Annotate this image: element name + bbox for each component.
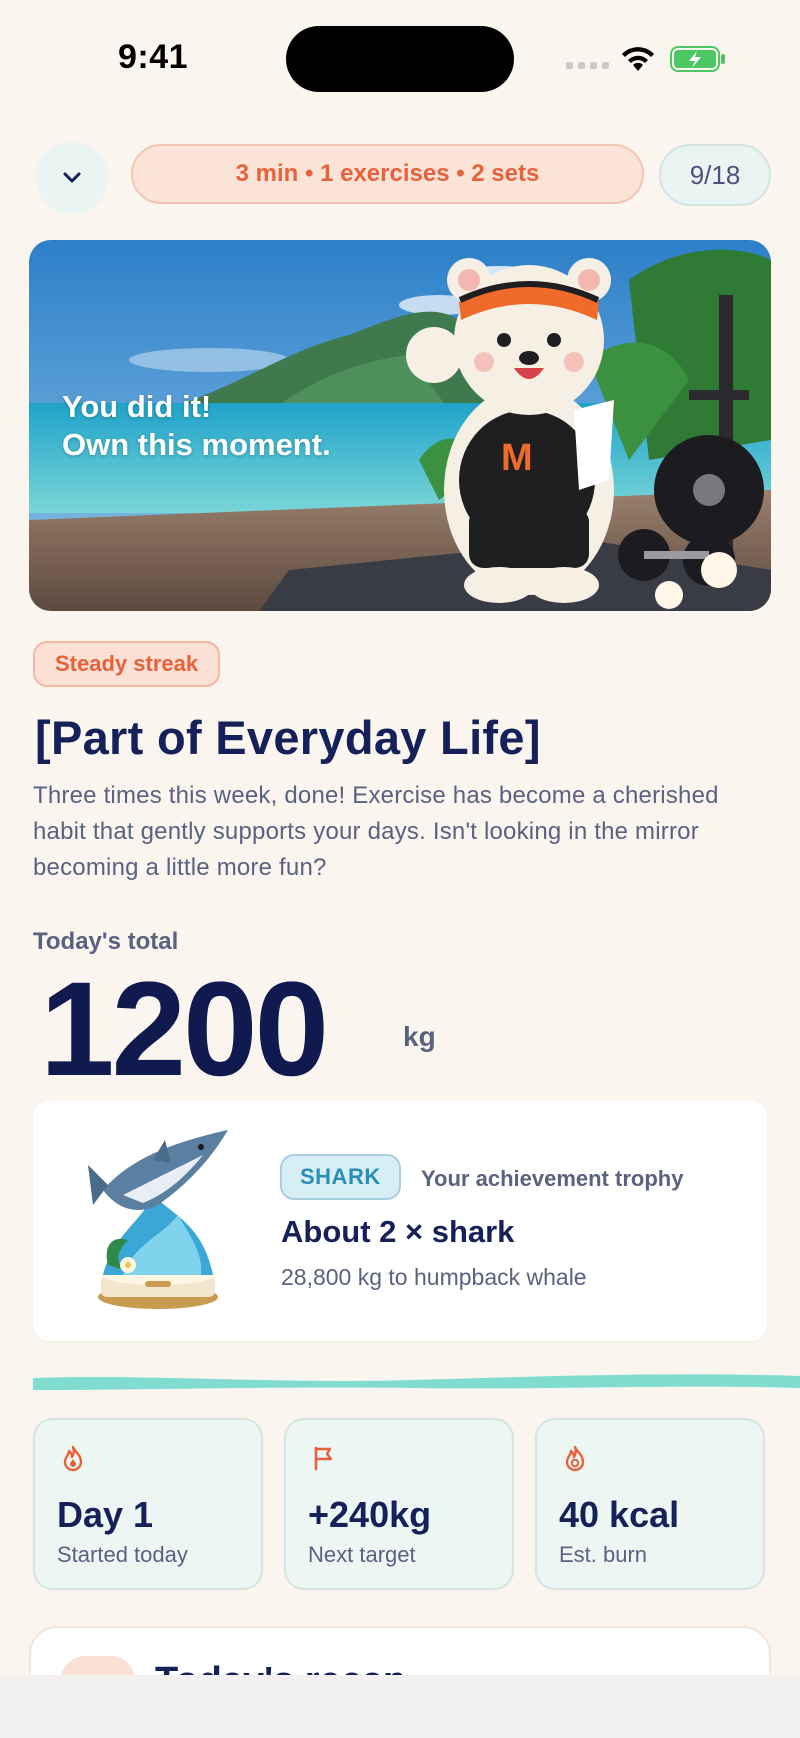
achievement-description: Three times this week, done! Exercise ha…	[33, 782, 719, 881]
status-time: 9:41	[118, 38, 189, 76]
trophy-tier-tag: SHARK	[280, 1154, 401, 1200]
flag-icon	[314, 1446, 333, 1471]
stat-value: 40 kcal	[559, 1494, 680, 1535]
status-bar: 9:41	[0, 0, 800, 115]
signal-icon	[566, 62, 609, 69]
wifi-icon	[622, 47, 654, 71]
trophy-caption: Your achievement trophy	[421, 1166, 684, 1191]
jersey-letter: M	[501, 437, 533, 479]
workout-complete-screen: 9:41 3 min • 1 exercises • 2 sets 9/18 M…	[0, 0, 800, 1675]
trophy-card[interactable]: SHARK Your achievement trophy About 2 × …	[33, 1101, 767, 1341]
total-weight-value: 1200	[40, 955, 329, 1104]
stat-label: Est. burn	[559, 1542, 648, 1567]
stat-label: Started today	[57, 1542, 188, 1567]
calorie-flame-icon	[565, 1445, 585, 1472]
stat-card-next-target: +240kg Next target	[284, 1418, 514, 1590]
shark-trophy-icon	[88, 1130, 228, 1309]
stat-label: Next target	[308, 1542, 416, 1567]
recap-title: Today's recap	[155, 1660, 406, 1675]
streak-badge: Steady streak	[33, 641, 221, 687]
trophy-next-goal: 28,800 kg to humpback whale	[281, 1264, 587, 1290]
stat-card-streak-day: Day 1 Started today	[33, 1418, 263, 1590]
workout-summary-pill: 3 min • 1 exercises • 2 sets	[131, 144, 644, 204]
recap-icon	[61, 1656, 135, 1675]
workout-toolbar: 3 min • 1 exercises • 2 sets 9/18	[0, 140, 800, 214]
hero-line-1: You did it!	[62, 389, 212, 424]
wave-divider	[33, 1374, 800, 1390]
battery-charging-icon	[670, 46, 725, 72]
hero-message: You did it! Own this moment.	[62, 388, 331, 464]
hero-banner: M You did it! Own this moment.	[29, 240, 771, 611]
stat-value: +240kg	[308, 1494, 432, 1535]
total-label: Today's total	[33, 928, 179, 955]
page-title: [Part of Everyday Life]	[35, 711, 541, 764]
total-weight-unit: kg	[403, 1021, 436, 1052]
collapse-button[interactable]	[36, 142, 108, 214]
stat-card-calories: 40 kcal Est. burn	[535, 1418, 765, 1590]
chevron-down-icon	[63, 172, 81, 183]
progress-counter[interactable]: 9/18	[659, 144, 771, 206]
dynamic-island	[286, 26, 514, 92]
hero-line-2: Own this moment.	[62, 427, 331, 462]
trophy-title: About 2 × shark	[281, 1214, 515, 1249]
recap-card[interactable]: Today's recap	[29, 1626, 771, 1675]
stat-value: Day 1	[57, 1494, 154, 1535]
flame-icon	[63, 1445, 83, 1472]
